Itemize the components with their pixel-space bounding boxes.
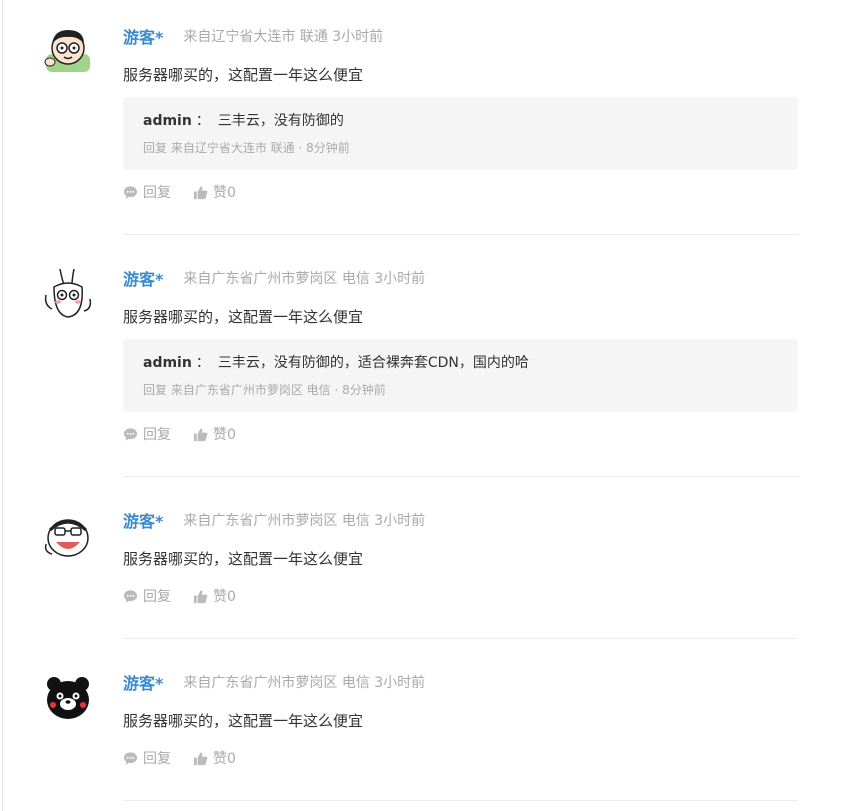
- chat-bubble-icon: [123, 589, 138, 603]
- avatar[interactable]: [40, 508, 96, 564]
- comment-meta: 游客* 来自广东省广州市萝岗区 电信 3小时前: [123, 670, 425, 694]
- comment-text: 服务器哪买的，这配置一年这么便宜: [123, 66, 364, 84]
- comment-divider: [123, 476, 798, 477]
- like-button[interactable]: 赞0: [193, 748, 236, 768]
- reply-author[interactable]: admin: [143, 113, 192, 129]
- chat-bubble-icon: [123, 751, 138, 765]
- reply-line: admin： 三丰云，没有防御的，适合裸奔套CDN，国内的哈: [143, 352, 529, 372]
- reply-box: admin： 三丰云，没有防御的 回复 来自辽宁省大连市 联通 · 8分钟前: [123, 97, 798, 170]
- comment-divider: [123, 638, 798, 639]
- comment-divider: [123, 800, 798, 801]
- reply-separator: ：: [195, 355, 210, 371]
- comment-actions: 回复 赞0: [123, 423, 236, 445]
- reply-button[interactable]: 回复: [123, 182, 171, 202]
- page-left-border: [2, 0, 3, 811]
- comment-author[interactable]: 游客*: [123, 670, 163, 694]
- reply-text: 三丰云，没有防御的，适合裸奔套CDN，国内的哈: [217, 355, 529, 371]
- avatar-black-bear-icon: [47, 677, 89, 719]
- reply-button-label: 回复: [143, 185, 171, 201]
- comment-actions: 回复 赞0: [123, 585, 236, 607]
- like-count: 赞0: [213, 185, 236, 201]
- avatar-glasses-face-icon: [44, 519, 89, 557]
- comment-actions: 回复 赞0: [123, 181, 236, 203]
- thumbs-up-icon: [193, 185, 208, 199]
- reply-button[interactable]: 回复: [123, 748, 171, 768]
- comment-text: 服务器哪买的，这配置一年这么便宜: [123, 712, 364, 730]
- comment-actions: 回复 赞0: [123, 747, 236, 769]
- avatar[interactable]: [40, 265, 96, 321]
- comment-meta: 游客* 来自广东省广州市萝岗区 电信 3小时前: [123, 266, 425, 290]
- comment-text: 服务器哪买的，这配置一年这么便宜: [123, 550, 364, 568]
- comment-divider: [123, 234, 798, 235]
- comment-text: 服务器哪买的，这配置一年这么便宜: [123, 308, 364, 326]
- reply-text: 三丰云，没有防御的: [217, 113, 344, 129]
- thumbs-up-icon: [193, 751, 208, 765]
- like-button[interactable]: 赞0: [193, 182, 236, 202]
- like-count: 赞0: [213, 589, 236, 605]
- like-button[interactable]: 赞0: [193, 424, 236, 444]
- reply-meta: 回复 来自广东省广州市萝岗区 电信 · 8分钟前: [143, 383, 386, 397]
- comment-origin: 来自广东省广州市萝岗区 电信 3小时前: [183, 675, 426, 691]
- comment-author[interactable]: 游客*: [123, 508, 163, 532]
- chat-bubble-icon: [123, 185, 138, 199]
- reply-line: admin： 三丰云，没有防御的: [143, 110, 344, 130]
- reply-button-label: 回复: [143, 589, 171, 605]
- like-count: 赞0: [213, 751, 236, 767]
- avatar[interactable]: [40, 670, 96, 726]
- reply-author[interactable]: admin: [143, 355, 192, 371]
- comment-origin: 来自广东省广州市萝岗区 电信 3小时前: [183, 513, 426, 529]
- thumbs-up-icon: [193, 427, 208, 441]
- comment-author[interactable]: 游客*: [123, 24, 163, 48]
- reply-button-label: 回复: [143, 427, 171, 443]
- reply-meta: 回复 来自辽宁省大连市 联通 · 8分钟前: [143, 141, 350, 155]
- comment-meta: 游客* 来自辽宁省大连市 联通 3小时前: [123, 24, 383, 48]
- like-button[interactable]: 赞0: [193, 586, 236, 606]
- comment-author[interactable]: 游客*: [123, 266, 163, 290]
- reply-box: admin： 三丰云，没有防御的，适合裸奔套CDN，国内的哈 回复 来自广东省广州…: [123, 339, 798, 412]
- reply-button-label: 回复: [143, 751, 171, 767]
- avatar-glasses-boy-icon: [44, 30, 90, 72]
- like-count: 赞0: [213, 427, 236, 443]
- reply-separator: ：: [195, 113, 210, 129]
- avatar-rabbit-icon: [44, 268, 92, 318]
- avatar[interactable]: [40, 24, 96, 80]
- comment-origin: 来自广东省广州市萝岗区 电信 3小时前: [183, 271, 426, 287]
- chat-bubble-icon: [123, 427, 138, 441]
- comment-origin: 来自辽宁省大连市 联通 3小时前: [183, 29, 384, 45]
- reply-button[interactable]: 回复: [123, 586, 171, 606]
- thumbs-up-icon: [193, 589, 208, 603]
- comment-meta: 游客* 来自广东省广州市萝岗区 电信 3小时前: [123, 508, 425, 532]
- reply-button[interactable]: 回复: [123, 424, 171, 444]
